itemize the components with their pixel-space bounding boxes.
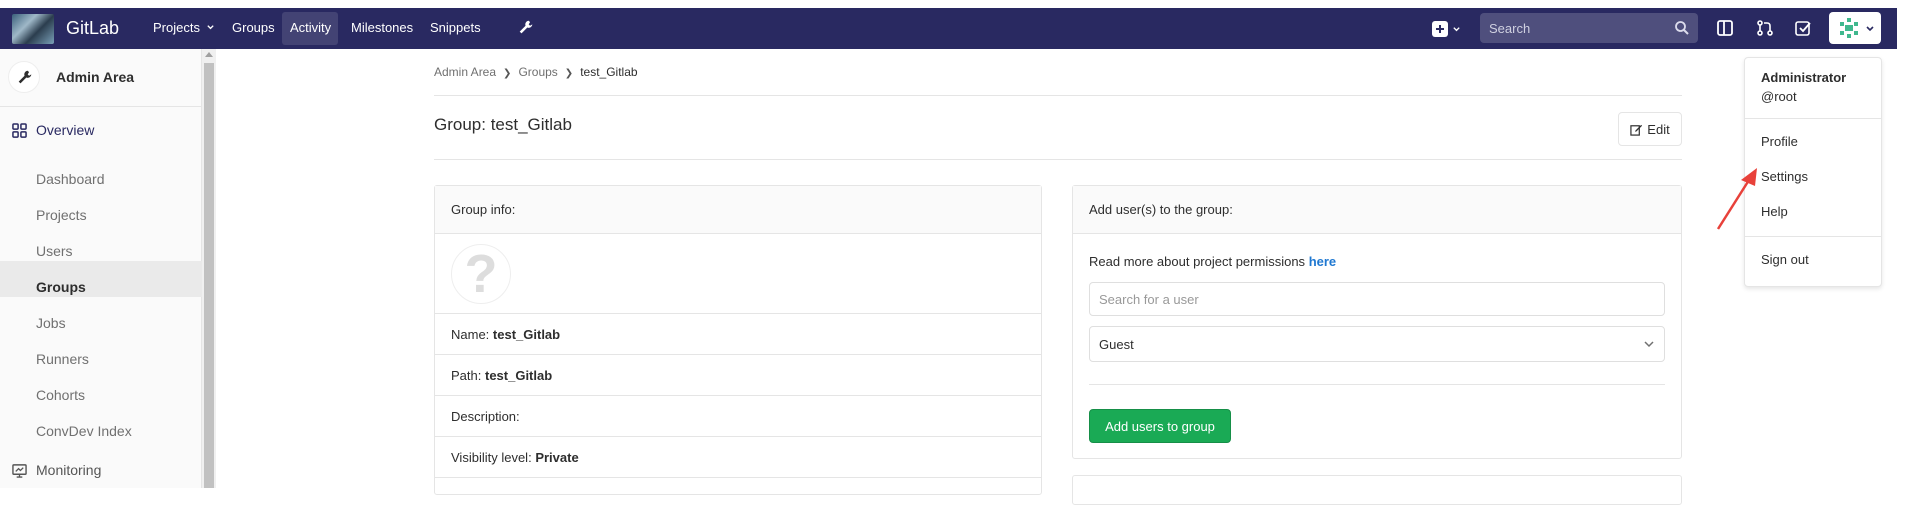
- chevron-down-icon: [1453, 27, 1460, 32]
- breadcrumb-current[interactable]: test_Gitlab: [580, 65, 637, 79]
- menu-item-profile[interactable]: Profile: [1761, 134, 1798, 149]
- nav-groups[interactable]: Groups: [232, 20, 275, 35]
- add-users-header: Add user(s) to the group:: [1073, 186, 1681, 234]
- sidebar-header[interactable]: Admin Area: [0, 49, 202, 107]
- group-name-row: Name: test_Gitlab: [435, 314, 1041, 355]
- edit-button[interactable]: Edit: [1618, 112, 1682, 146]
- sidebar-item-dashboard[interactable]: Dashboard: [36, 171, 105, 187]
- top-strip: [0, 0, 1915, 8]
- visibility-value: Private: [535, 449, 579, 465]
- chevron-right-icon: ❯: [503, 68, 512, 79]
- breadcrumb-groups[interactable]: Groups: [518, 65, 557, 79]
- group-avatar-placeholder: ?: [451, 243, 511, 304]
- admin-avatar: [8, 61, 40, 93]
- name-value: test_Gitlab: [492, 326, 561, 342]
- divider: [1089, 384, 1665, 385]
- add-users-card: Add user(s) to the group: Read more abou…: [1072, 185, 1682, 459]
- path-label: Path:: [451, 367, 482, 383]
- page-title: Group: test_Gitlab: [434, 115, 572, 134]
- new-item-button[interactable]: [1430, 18, 1466, 40]
- name-label: Name:: [451, 326, 490, 342]
- sidebar-item-jobs[interactable]: Jobs: [36, 315, 66, 331]
- divider: [1745, 236, 1881, 237]
- user-search-input[interactable]: [1089, 282, 1665, 316]
- breadcrumb-admin-area[interactable]: Admin Area: [434, 65, 496, 79]
- user-dropdown-menu: Administrator @root Profile Settings Hel…: [1744, 57, 1882, 287]
- group-info-header: Group info:: [435, 186, 1041, 234]
- brand-name[interactable]: GitLab: [66, 18, 119, 39]
- wrench-icon[interactable]: [517, 18, 535, 38]
- scrollbar-thumb[interactable]: [204, 63, 214, 488]
- permissions-text: Read more about project permissions: [1089, 254, 1306, 269]
- plus-square-icon: [1432, 21, 1448, 37]
- group-avatar-row: ?: [435, 234, 1041, 314]
- permissions-note: Read more about project permissions here: [1089, 254, 1336, 269]
- search-input[interactable]: [1480, 13, 1660, 43]
- sidebar-active-highlight: [0, 261, 202, 297]
- nav-snippets[interactable]: Snippets: [430, 20, 481, 35]
- nav-activity[interactable]: Activity: [290, 20, 331, 35]
- sidebar-item-groups[interactable]: Groups: [36, 279, 86, 295]
- group-description-row: Description:: [435, 396, 1041, 437]
- search-icon: [1675, 21, 1689, 35]
- annotation-arrow-icon: [1716, 168, 1757, 230]
- visibility-label: Visibility level:: [451, 449, 532, 465]
- wrench-icon: [18, 70, 32, 84]
- nav-projects-label: Projects: [153, 20, 200, 35]
- sidebar-item-cohorts[interactable]: Cohorts: [36, 387, 85, 403]
- menu-item-sign-out[interactable]: Sign out: [1761, 252, 1809, 267]
- sidebar-item-runners[interactable]: Runners: [36, 351, 89, 367]
- admin-sidebar: Admin Area Overview Dashboard Projects U…: [0, 49, 202, 488]
- chevron-right-icon: ❯: [564, 68, 574, 79]
- divider: [434, 159, 1682, 160]
- permissions-link[interactable]: here: [1309, 254, 1336, 269]
- monitor-icon: [12, 464, 27, 478]
- user-username: @root: [1761, 89, 1797, 104]
- add-users-button[interactable]: Add users to group: [1089, 409, 1231, 443]
- group-visibility-row: Visibility level: Private: [435, 437, 1041, 478]
- edit-button-label: Edit: [1647, 121, 1670, 137]
- next-card: [1072, 475, 1682, 505]
- sidebar-item-label: Monitoring: [36, 462, 102, 478]
- nav-milestones[interactable]: Milestones: [351, 20, 413, 35]
- edit-icon: [1630, 124, 1643, 136]
- chevron-down-icon: [1644, 341, 1654, 348]
- avatar: [1840, 18, 1858, 38]
- sidebar-item-label: Overview: [36, 122, 95, 138]
- path-value: test_Gitlab: [484, 367, 553, 383]
- menu-item-settings[interactable]: Settings: [1761, 169, 1808, 184]
- merge-request-icon[interactable]: [1756, 19, 1774, 37]
- sidebar-toggle-icon[interactable]: [1716, 19, 1734, 37]
- group-path-row: Path: test_Gitlab: [435, 355, 1041, 396]
- sidebar-scrollbar[interactable]: [202, 49, 216, 488]
- access-level-select[interactable]: Guest: [1089, 326, 1665, 362]
- sidebar-item-projects[interactable]: Projects: [36, 207, 87, 223]
- sidebar-item-convdev-index[interactable]: ConvDev Index: [36, 423, 132, 439]
- divider: [434, 95, 1682, 96]
- nav-projects[interactable]: Projects: [153, 20, 215, 35]
- menu-item-help[interactable]: Help: [1761, 204, 1788, 219]
- chevron-down-icon: [1866, 26, 1874, 32]
- global-search[interactable]: [1480, 13, 1698, 43]
- description-label: Description:: [451, 408, 520, 424]
- group-info-card: Group info: ? Name: test_Gitlab Path: te…: [434, 185, 1042, 495]
- user-avatar-button[interactable]: [1829, 12, 1881, 44]
- user-display-name: Administrator: [1761, 70, 1847, 85]
- scroll-up-arrow-icon[interactable]: [205, 52, 213, 57]
- gitlab-logo[interactable]: [12, 14, 54, 44]
- chevron-down-icon: [206, 25, 214, 30]
- top-navbar: GitLab Projects Groups Activity Mileston…: [0, 8, 1897, 49]
- breadcrumb: Admin Area ❯ Groups ❯ test_Gitlab: [434, 65, 638, 79]
- sidebar-title: Admin Area: [56, 69, 135, 85]
- access-level-value: Guest: [1099, 337, 1134, 352]
- sidebar-item-users[interactable]: Users: [36, 243, 73, 259]
- grid-icon: [12, 123, 27, 138]
- todo-check-icon[interactable]: [1794, 19, 1812, 37]
- divider: [1745, 118, 1881, 119]
